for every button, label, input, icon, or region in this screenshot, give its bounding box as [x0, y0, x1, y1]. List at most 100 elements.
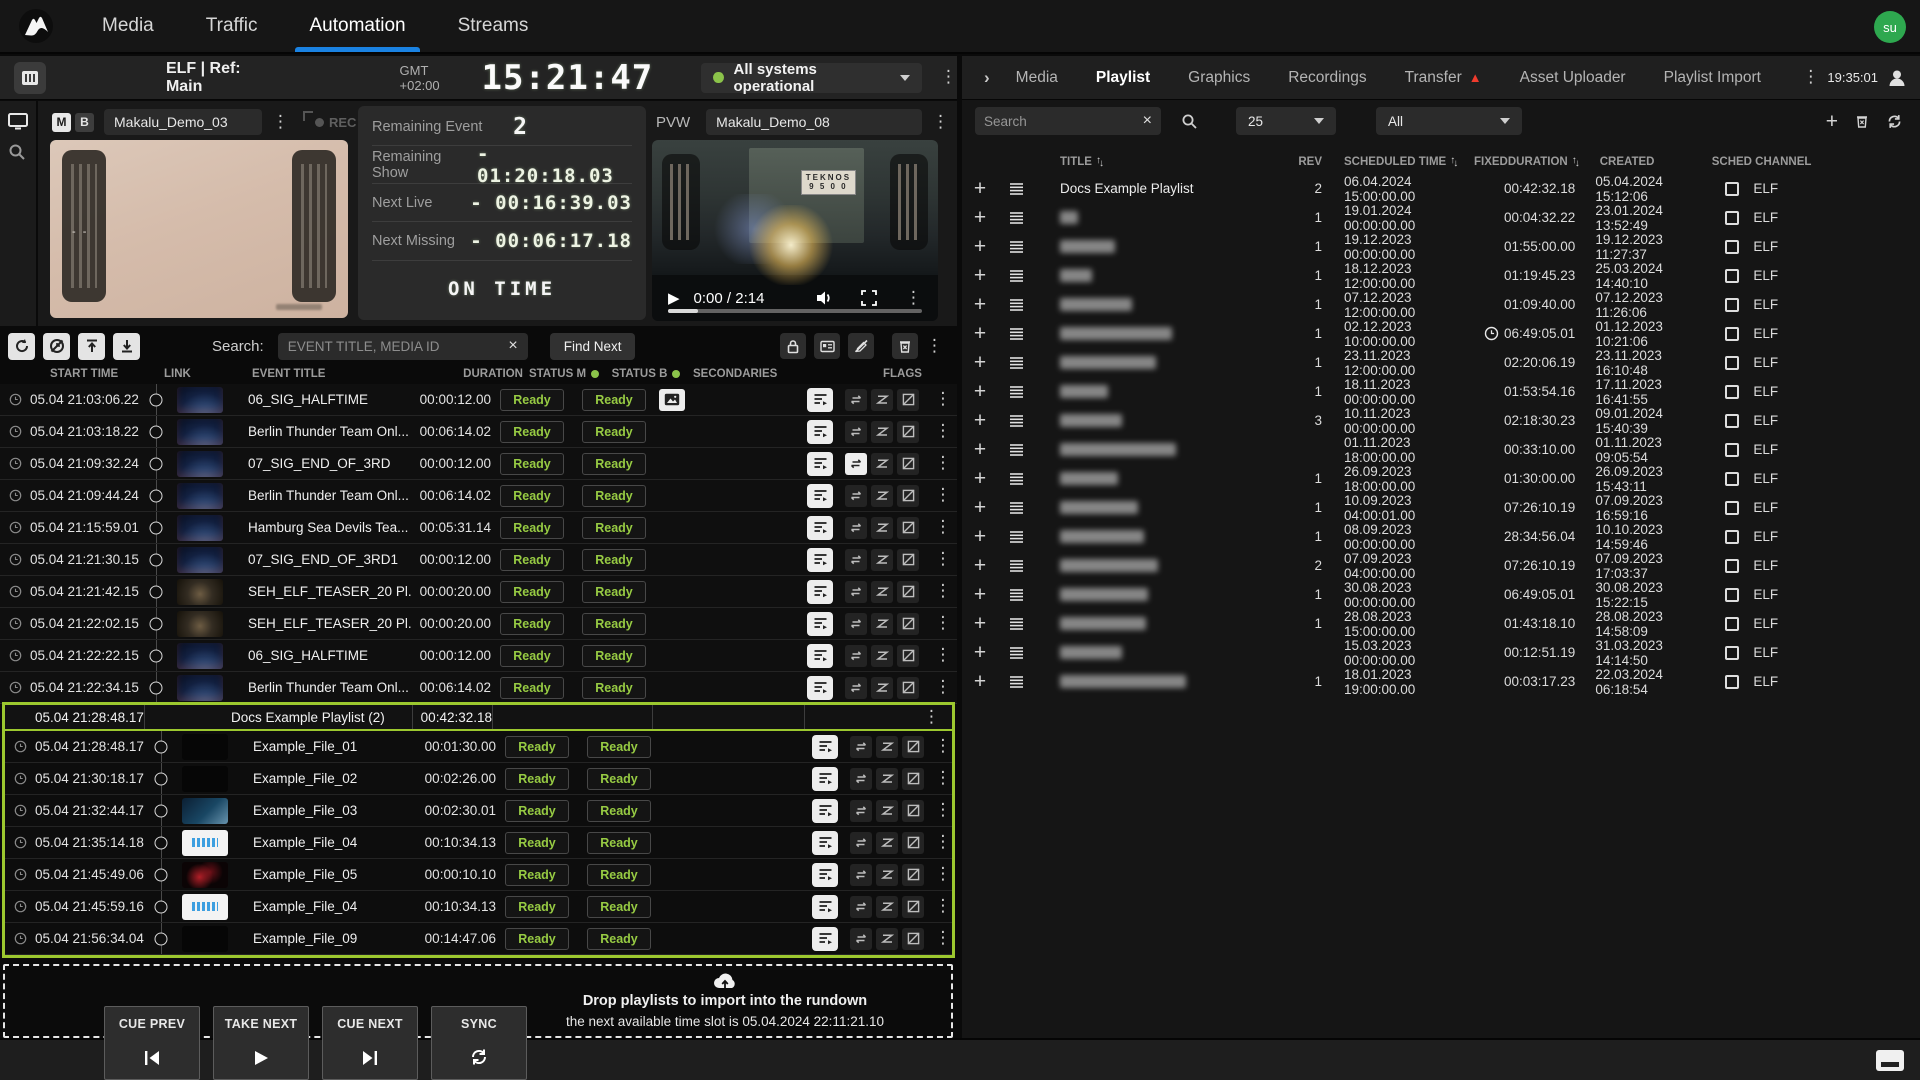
search-icon[interactable]: [1181, 113, 1198, 130]
no-graphics-icon[interactable]: [897, 676, 919, 699]
row-menu-icon[interactable]: ⋮: [929, 583, 957, 600]
notes-icon[interactable]: [812, 862, 838, 887]
player-menu-icon[interactable]: ⋮: [905, 289, 922, 307]
playlist-list-icon[interactable]: [998, 646, 1034, 660]
playlist-row[interactable]: + Docs Example Playlist 2 06.04.2024 15:…: [962, 174, 1920, 204]
play-icon[interactable]: ▶: [668, 289, 680, 307]
program-menu-icon[interactable]: ⋮: [272, 113, 289, 131]
rundown-menu-icon[interactable]: ⋮: [926, 337, 943, 355]
schedule-checkbox[interactable]: [1725, 326, 1740, 341]
rundown-row[interactable]: 05.04 21:03:18.22 Berlin Thunder Team On…: [0, 416, 957, 448]
no-graphics-icon[interactable]: [902, 927, 924, 950]
loop-icon[interactable]: [845, 516, 867, 539]
playlist-list-icon[interactable]: [998, 588, 1034, 602]
rundown-row[interactable]: 05.04 21:45:59.16 Example_File_04 00:10:…: [5, 891, 952, 923]
row-menu-icon[interactable]: ⋮: [934, 770, 952, 787]
tab-asset-uploader[interactable]: Asset Uploader: [1520, 69, 1626, 87]
loop-icon[interactable]: [845, 420, 867, 443]
row-menu-icon[interactable]: ⋮: [929, 551, 957, 568]
schedule-checkbox[interactable]: [1725, 442, 1740, 457]
playlist-row[interactable]: + 1 07.12.2023 12:00:00.00 01:09:40.00 0…: [962, 290, 1920, 320]
nav-item-streams[interactable]: Streams: [432, 0, 555, 52]
user-icon[interactable]: [1886, 67, 1908, 89]
group-menu-icon[interactable]: ⋮: [923, 708, 940, 726]
playlist-row[interactable]: + 1 10.09.2023 04:00:01.00 07:26:10.19 0…: [962, 493, 1920, 523]
loop-icon[interactable]: [845, 676, 867, 699]
refresh-button[interactable]: [8, 332, 35, 360]
expand-playlist-icon[interactable]: +: [962, 178, 998, 199]
playlist-row[interactable]: + 3 10.11.2023 00:00:00.00 02:18:30.23 0…: [962, 406, 1920, 436]
link-indicator[interactable]: [149, 923, 173, 954]
rundown-row[interactable]: 05.04 21:22:02.15 SEH_ELF_TEASER_20 Pl..…: [0, 608, 957, 640]
expand-playlist-icon[interactable]: +: [962, 381, 998, 402]
playlist-list-icon[interactable]: [998, 675, 1034, 689]
schedule-checkbox[interactable]: [1725, 384, 1740, 399]
notes-icon[interactable]: [807, 483, 833, 508]
link-indicator[interactable]: [144, 416, 168, 447]
tab-transfer[interactable]: Transfer ▲: [1405, 69, 1482, 87]
playlist-row[interactable]: + 01.11.2023 18:00:00.00 00:33:10.00 01.…: [962, 435, 1920, 465]
system-status-dropdown[interactable]: All systems operational: [701, 61, 922, 95]
row-menu-icon[interactable]: ⋮: [929, 679, 957, 696]
rundown-row[interactable]: 05.04 21:45:49.06 Example_File_05 00:00:…: [5, 859, 952, 891]
playlist-list-icon[interactable]: [998, 182, 1034, 196]
transition-icon[interactable]: [876, 927, 898, 950]
no-graphics-icon[interactable]: [902, 735, 924, 758]
clear-search-icon[interactable]: ×: [1143, 112, 1152, 130]
rundown-row[interactable]: 05.04 21:28:48.17 Example_File_01 00:01:…: [5, 731, 952, 763]
schedule-checkbox[interactable]: [1725, 413, 1740, 428]
loop-icon[interactable]: [845, 644, 867, 667]
pvw-channel-input[interactable]: [706, 109, 923, 135]
loop-icon[interactable]: [850, 927, 872, 950]
link-indicator[interactable]: [144, 544, 168, 575]
no-graphics-icon[interactable]: [897, 612, 919, 635]
rundown-row[interactable]: 05.04 21:35:14.18 Example_File_04 00:10:…: [5, 827, 952, 859]
playlist-row[interactable]: + 1 08.09.2023 00:00:00.00 28:34:56.04 1…: [962, 522, 1920, 552]
playlist-list-icon[interactable]: [998, 443, 1034, 457]
loop-icon[interactable]: [845, 484, 867, 507]
sort-icon[interactable]: ↑ ↓: [1572, 155, 1580, 169]
disable-autofollow-button[interactable]: [43, 332, 70, 360]
search-view-icon[interactable]: [8, 143, 28, 161]
notes-icon[interactable]: [812, 798, 838, 823]
metadata-view-button[interactable]: [814, 333, 840, 359]
page-size-dropdown[interactable]: 25: [1236, 107, 1336, 135]
transition-icon[interactable]: [871, 580, 893, 603]
schedule-checkbox[interactable]: [1725, 500, 1740, 515]
expand-playlist-icon[interactable]: +: [962, 323, 998, 344]
expand-playlist-icon[interactable]: +: [962, 294, 998, 315]
expand-playlist-icon[interactable]: +: [962, 236, 998, 257]
add-playlist-button[interactable]: +: [1826, 111, 1838, 132]
notes-icon[interactable]: [812, 894, 838, 919]
playlist-list-icon[interactable]: [998, 414, 1034, 428]
row-menu-icon[interactable]: ⋮: [934, 834, 952, 851]
playlist-list-icon[interactable]: [998, 269, 1034, 283]
main-badge[interactable]: M: [52, 112, 71, 132]
delete-playlist-button[interactable]: [1855, 114, 1869, 129]
schedule-checkbox[interactable]: [1725, 616, 1740, 631]
link-indicator[interactable]: [149, 859, 173, 890]
link-indicator[interactable]: [144, 384, 168, 415]
playlist-list-icon[interactable]: [998, 211, 1034, 225]
playlist-row[interactable]: + 1 19.01.2024 00:00:00.00 00:04:32.22 2…: [962, 203, 1920, 233]
schedule-checkbox[interactable]: [1725, 239, 1740, 254]
cue-prev-button[interactable]: CUE PREV: [104, 1006, 200, 1080]
schedule-checkbox[interactable]: [1725, 558, 1740, 573]
no-graphics-icon[interactable]: [897, 580, 919, 603]
playlist-list-icon[interactable]: [998, 617, 1034, 631]
row-menu-icon[interactable]: ⋮: [929, 423, 957, 440]
layout-grid-button[interactable]: [14, 61, 46, 94]
transition-icon[interactable]: [871, 612, 893, 635]
expand-playlist-icon[interactable]: +: [962, 526, 998, 547]
playlist-list-icon[interactable]: [998, 298, 1034, 312]
notes-icon[interactable]: [807, 419, 833, 444]
schedule-checkbox[interactable]: [1725, 471, 1740, 486]
nav-item-media[interactable]: Media: [76, 0, 180, 52]
row-menu-icon[interactable]: ⋮: [934, 802, 952, 819]
no-graphics-icon[interactable]: [902, 863, 924, 886]
playlist-list-icon[interactable]: [998, 559, 1034, 573]
notes-icon[interactable]: [807, 675, 833, 700]
playlist-row[interactable]: + 2 07.09.2023 04:00:00.00 07:26:10.19 0…: [962, 551, 1920, 581]
transition-icon[interactable]: [876, 831, 898, 854]
reload-list-button[interactable]: [1886, 113, 1903, 130]
